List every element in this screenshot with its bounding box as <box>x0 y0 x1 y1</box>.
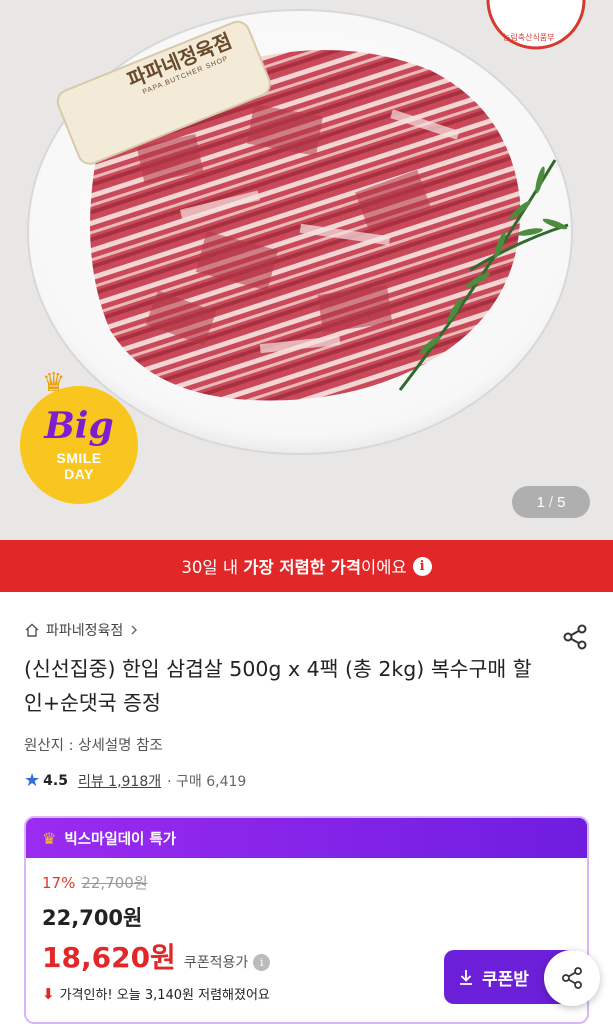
badge-big-text: Big <box>44 405 114 447</box>
info-icon[interactable]: i <box>412 556 432 576</box>
origin-info: 원산지 : 상세설명 참조 <box>24 738 163 754</box>
purchase-count: · 구매 6,419 <box>167 773 247 790</box>
crown-icon: ♛ <box>42 828 57 848</box>
home-icon <box>25 623 39 637</box>
share-icon[interactable] <box>560 622 590 652</box>
pager-total: 5 <box>557 493 566 511</box>
store-link[interactable]: 파파네정육점 <box>24 620 139 640</box>
sale-price: 22,700원 <box>42 906 143 930</box>
certification-seal-text: 농림축산식품부 <box>503 33 555 42</box>
original-price: 22,700원 <box>81 874 148 892</box>
rating-score: 4.5 <box>43 772 68 789</box>
coupon-label-text: 쿠폰적용가 <box>183 955 249 971</box>
rating-row: ★ 4.5 리뷰 1,918개 · 구매 6,419 <box>24 770 246 791</box>
banner-suffix: 이에요 <box>361 558 407 577</box>
down-arrow-icon: ⬇ <box>42 984 55 1003</box>
info-icon[interactable]: i <box>253 953 271 971</box>
product-title: (신선집중) 한입 삼겹살 500g x 4팩 (총 2kg) 복수구매 할인+… <box>24 657 532 715</box>
crown-icon: ♛ <box>42 368 66 398</box>
price-drop-text: 가격인하! 오늘 3,140원 저렴해졌어요 <box>59 988 270 1003</box>
product-image-carousel[interactable]: 파파네정육점 PAPA BUTCHER SHOP 농림축산식품부 ♛ Big S… <box>0 0 613 540</box>
coupon-price-row: 18,620원 쿠폰적용가 i <box>42 936 271 976</box>
price-drop-notice: ⬇ 가격인하! 오늘 3,140원 저렴해졌어요 <box>42 984 270 1004</box>
get-coupon-label: 쿠폰받 <box>482 969 529 990</box>
badge-day-text: DAY <box>64 466 94 483</box>
coupon-price: 18,620원 <box>42 941 176 974</box>
banner-highlight: 가장 저렴한 가격 <box>243 558 362 577</box>
pager-separator: / <box>548 493 554 511</box>
lowest-price-banner[interactable]: 30일 내 가장 저렴한 가격 이에요 i <box>0 540 613 592</box>
pager-current: 1 <box>536 493 545 511</box>
download-icon <box>460 970 472 985</box>
big-smile-day-badge: ♛ Big SMILE DAY <box>20 370 138 504</box>
banner-prefix: 30일 내 <box>181 558 244 577</box>
discount-percent: 17% <box>42 874 76 892</box>
original-price-row: 17% 22,700원 <box>42 872 148 893</box>
deal-header: ♛ 빅스마일데이 특가 <box>26 818 587 858</box>
share-icon <box>562 967 582 989</box>
deal-header-title: 빅스마일데이 특가 <box>64 831 177 848</box>
store-name: 파파네정육점 <box>46 623 124 639</box>
chevron-right-icon <box>131 625 138 635</box>
star-icon: ★ <box>24 770 41 791</box>
big-smile-day-deal-box: ♛ 빅스마일데이 특가 17% 22,700원 22,700원 18,620원 … <box>24 816 589 1024</box>
badge-smile-text: SMILE <box>56 450 102 466</box>
coupon-label: 쿠폰적용가 i <box>183 952 271 972</box>
image-pager: 1 / 5 <box>512 486 590 518</box>
floating-share-button[interactable] <box>544 950 600 1006</box>
review-count-link[interactable]: 리뷰 1,918개 <box>78 771 161 791</box>
